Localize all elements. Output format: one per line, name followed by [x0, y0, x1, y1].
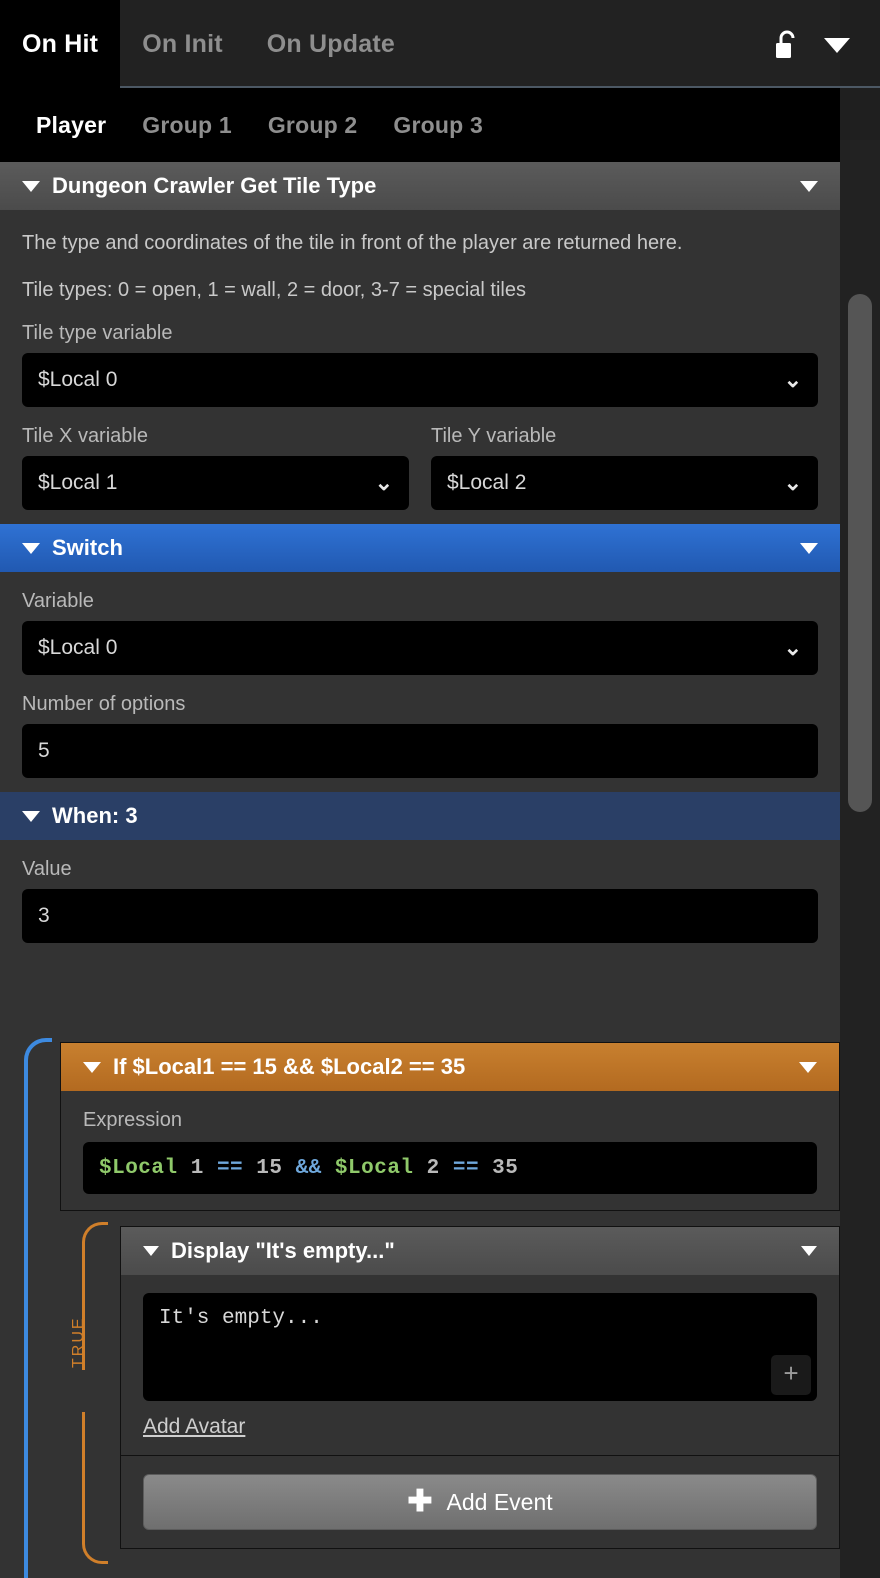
chevron-down-icon[interactable]: [824, 37, 850, 53]
block-header-display[interactable]: Display "It's empty...": [121, 1227, 839, 1275]
tile-y-variable-value: $Local 2: [447, 471, 527, 494]
collapse-triangle-icon[interactable]: [143, 1246, 159, 1256]
chevron-down-icon: ⌄: [783, 367, 802, 392]
description-line-1: The type and coordinates of the tile in …: [22, 232, 683, 254]
collapse-triangle-icon[interactable]: [83, 1061, 101, 1073]
when-value: 3: [38, 904, 50, 927]
nesting-bracket-switch: [24, 1038, 52, 1578]
expression-token: ==: [216, 1156, 244, 1180]
expression-token: 35: [479, 1156, 519, 1180]
switch-variable-select[interactable]: $Local 0 ⌄: [22, 621, 818, 675]
block-menu-triangle-icon[interactable]: [800, 542, 818, 554]
tile-type-variable-value: $Local 0: [38, 368, 118, 391]
add-event-container: ✚ Add Event: [121, 1455, 839, 1548]
tile-type-variable-select[interactable]: $Local 0 ⌄: [22, 353, 818, 407]
description-line-2: Tile types: 0 = open, 1 = wall, 2 = door…: [22, 279, 526, 301]
block-title-display: Display "It's empty...": [171, 1238, 395, 1263]
block-title-switch: Switch: [52, 535, 123, 560]
expression-token: $Local: [334, 1156, 414, 1180]
block-body-if: Expression $Local 1 == 15 && $Local 2 ==…: [61, 1091, 839, 1210]
switch-variable-value: $Local 0: [38, 636, 118, 659]
tab-on-update-label: On Update: [266, 29, 395, 58]
vertical-scrollbar-thumb[interactable]: [848, 294, 872, 812]
group-tab-group-1[interactable]: Group 1: [124, 112, 250, 139]
block-title-if: If $Local1 == 15 && $Local2 == 35: [113, 1054, 466, 1079]
tab-on-hit[interactable]: On Hit: [0, 0, 121, 88]
block-dungeon-crawler-get-tile-type: Dungeon Crawler Get Tile Type The type a…: [0, 162, 840, 524]
nesting-bracket-true-bottom: [82, 1412, 108, 1564]
branch-label-true: TRUE: [70, 1316, 87, 1368]
group-tab-player[interactable]: Player: [18, 112, 124, 139]
block-header-get-tile-type[interactable]: Dungeon Crawler Get Tile Type: [0, 162, 840, 210]
tile-y-variable-select[interactable]: $Local 2 ⌄: [431, 456, 818, 510]
tile-x-variable-label: Tile X variable: [22, 425, 148, 447]
block-header-when[interactable]: When: 3: [0, 792, 840, 840]
group-tab-group-3[interactable]: Group 3: [375, 112, 501, 139]
collapse-triangle-icon[interactable]: [22, 810, 40, 822]
block-title-get-tile-type: Dungeon Crawler Get Tile Type: [52, 173, 377, 198]
block-body-when: Value 3: [0, 840, 840, 957]
add-event-label: Add Event: [446, 1488, 553, 1515]
block-switch: Switch Variable $Local 0 ⌄ Number of opt…: [0, 524, 840, 792]
block-body-switch: Variable $Local 0 ⌄ Number of options 5: [0, 572, 840, 792]
event-tab-bar: On Hit On Init On Update: [0, 0, 840, 88]
expression-token: $Local: [99, 1156, 178, 1180]
switch-options-label: Number of options: [22, 693, 186, 715]
group-tab-bar: Player Group 1 Group 2 Group 3: [0, 88, 840, 162]
switch-options-input[interactable]: 5: [22, 724, 818, 778]
group-tab-group-3-label: Group 3: [393, 111, 483, 138]
tab-on-update[interactable]: On Update: [245, 0, 417, 88]
add-avatar-link[interactable]: Add Avatar: [143, 1415, 245, 1439]
chevron-down-icon: ⌄: [783, 635, 802, 660]
collapse-triangle-icon[interactable]: [22, 180, 40, 192]
tile-y-variable-label: Tile Y variable: [431, 425, 557, 447]
message-text: It's empty...: [159, 1307, 323, 1330]
expression-label: Expression: [83, 1109, 182, 1131]
vertical-scrollbar-track[interactable]: [840, 140, 880, 1578]
block-body-get-tile-type: The type and coordinates of the tile in …: [0, 210, 840, 524]
tile-x-variable-value: $Local 1: [38, 471, 118, 494]
tile-x-variable-select[interactable]: $Local 1 ⌄: [22, 456, 409, 510]
block-menu-triangle-icon[interactable]: [800, 180, 818, 192]
block-menu-triangle-icon[interactable]: [801, 1246, 817, 1256]
expression-token: ==: [452, 1156, 480, 1180]
switch-variable-label: Variable: [22, 590, 94, 612]
block-when: When: 3 Value 3: [0, 792, 840, 957]
expression-token: 1: [177, 1156, 217, 1180]
expression-token: &&: [295, 1156, 322, 1180]
when-value-input[interactable]: 3: [22, 889, 818, 943]
when-value-label: Value: [22, 858, 72, 880]
block-title-when: When: 3: [52, 803, 138, 828]
unlock-icon[interactable]: [774, 30, 800, 60]
event-editor-panel: On Hit On Init On Update Player Group 1 …: [0, 0, 880, 1578]
message-textarea[interactable]: It's empty... +: [143, 1293, 817, 1401]
expression-input[interactable]: $Local 1 == 15 && $Local 2 == 35: [83, 1142, 817, 1194]
chevron-down-icon: ⌄: [374, 470, 393, 495]
chevron-down-icon: ⌄: [783, 470, 802, 495]
collapse-triangle-icon[interactable]: [22, 542, 40, 554]
header-icon-group: [774, 30, 850, 60]
switch-options-value: 5: [38, 739, 50, 762]
add-event-button[interactable]: ✚ Add Event: [143, 1474, 817, 1530]
expression-token: 2: [413, 1156, 453, 1180]
tab-on-hit-label: On Hit: [22, 29, 99, 58]
block-body-display: It's empty... + Add Avatar: [121, 1275, 839, 1455]
block-menu-triangle-icon[interactable]: [799, 1061, 817, 1073]
tab-on-init[interactable]: On Init: [120, 0, 245, 88]
tab-on-init-label: On Init: [142, 29, 223, 58]
expression-token: [322, 1157, 335, 1180]
block-header-switch[interactable]: Switch: [0, 524, 840, 572]
group-tab-group-2-label: Group 2: [267, 111, 358, 138]
group-tab-group-1-label: Group 1: [142, 111, 232, 138]
plus-icon: ✚: [407, 1485, 433, 1518]
group-tab-player-label: Player: [36, 111, 107, 138]
block-display-message: Display "It's empty..." It's empty... + …: [120, 1226, 840, 1549]
block-header-if[interactable]: If $Local1 == 15 && $Local2 == 35: [61, 1043, 839, 1091]
expression-token: 15: [243, 1156, 296, 1180]
group-tab-group-2[interactable]: Group 2: [250, 112, 376, 139]
plus-icon[interactable]: +: [771, 1355, 811, 1395]
tile-type-variable-label: Tile type variable: [22, 322, 173, 344]
block-if-condition: If $Local1 == 15 && $Local2 == 35 Expres…: [60, 1042, 840, 1211]
